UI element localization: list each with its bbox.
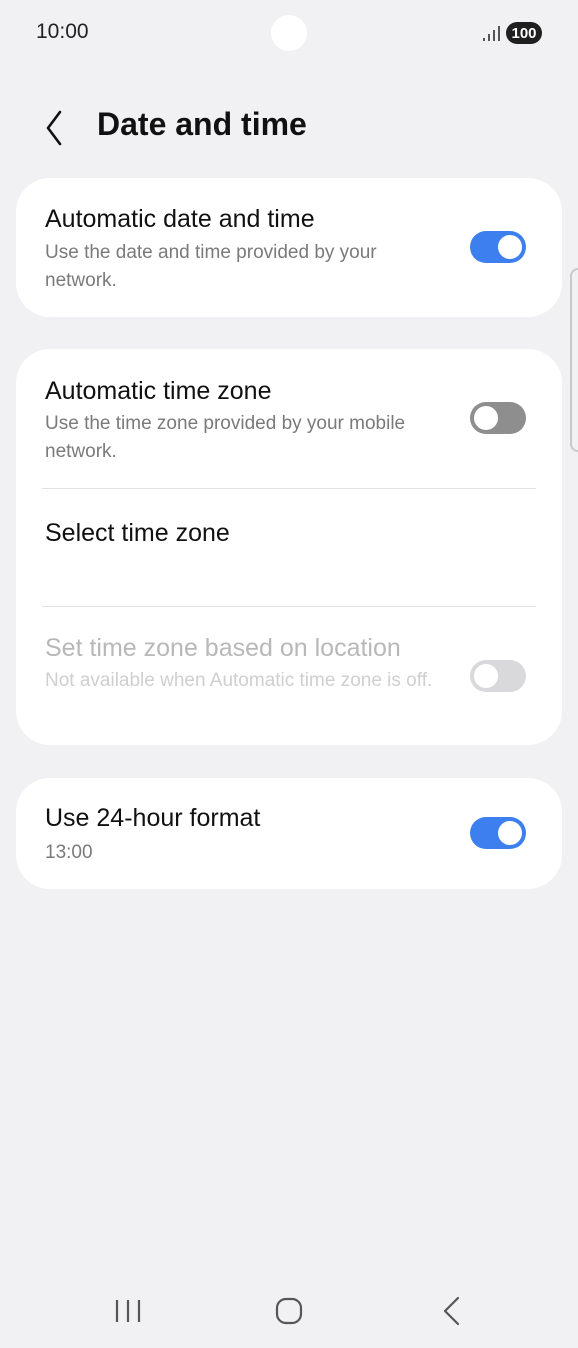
toggle-knob <box>498 821 522 845</box>
chevron-left-icon <box>46 110 62 146</box>
page-title: Date and time <box>97 106 307 142</box>
automatic-time-zone-title: Automatic time zone <box>45 377 272 405</box>
automatic-time-zone-subtitle: Use the time zone provided by your mobil… <box>45 413 406 462</box>
location-time-zone-subtitle: Not available when Automatic time zone i… <box>45 670 433 691</box>
scroll-indicator <box>570 268 578 452</box>
automatic-time-zone-toggle[interactable] <box>470 402 526 434</box>
automatic-time-zone-row[interactable]: Automatic time zone Use the time zone pr… <box>16 349 562 488</box>
use-24-hour-title: Use 24-hour format <box>45 804 261 832</box>
home-icon <box>275 1297 303 1325</box>
page-header: Date and time <box>0 96 578 156</box>
toggle-knob <box>474 406 498 430</box>
automatic-date-time-subtitle: Use the date and time provided by your n… <box>45 242 377 291</box>
navigation-bar <box>0 1276 578 1348</box>
recents-icon <box>115 1300 141 1322</box>
select-time-zone-row[interactable]: Select time zone <box>16 489 562 606</box>
location-time-zone-toggle <box>470 660 526 692</box>
use-24-hour-toggle[interactable] <box>470 817 526 849</box>
home-button[interactable] <box>259 1286 319 1336</box>
camera-cutout <box>271 15 307 51</box>
back-icon <box>443 1296 460 1326</box>
nav-back-button[interactable] <box>421 1286 481 1336</box>
status-bar: 10:00 100 <box>0 0 578 66</box>
use-24-hour-subtitle: 13:00 <box>45 842 93 863</box>
card-automatic-date-time: Automatic date and time Use the date and… <box>16 178 562 317</box>
signal-bars-icon <box>483 26 500 41</box>
location-time-zone-title: Set time zone based on location <box>45 634 401 662</box>
card-time-zone: Automatic time zone Use the time zone pr… <box>16 349 562 745</box>
battery-level: 100 <box>511 24 537 42</box>
toggle-knob <box>474 664 498 688</box>
battery-badge: 100 <box>506 22 542 44</box>
automatic-date-time-title: Automatic date and time <box>45 205 315 233</box>
select-time-zone-title: Select time zone <box>45 519 230 547</box>
automatic-date-time-row[interactable]: Automatic date and time Use the date and… <box>16 178 562 317</box>
back-button[interactable] <box>36 108 76 148</box>
status-time: 10:00 <box>36 20 89 43</box>
automatic-date-time-toggle[interactable] <box>470 231 526 263</box>
toggle-knob <box>498 235 522 259</box>
use-24-hour-row[interactable]: Use 24-hour format 13:00 <box>16 778 562 889</box>
card-24-hour-format: Use 24-hour format 13:00 <box>16 778 562 889</box>
location-time-zone-row: Set time zone based on location Not avai… <box>16 607 562 745</box>
recents-button[interactable] <box>98 1286 158 1336</box>
